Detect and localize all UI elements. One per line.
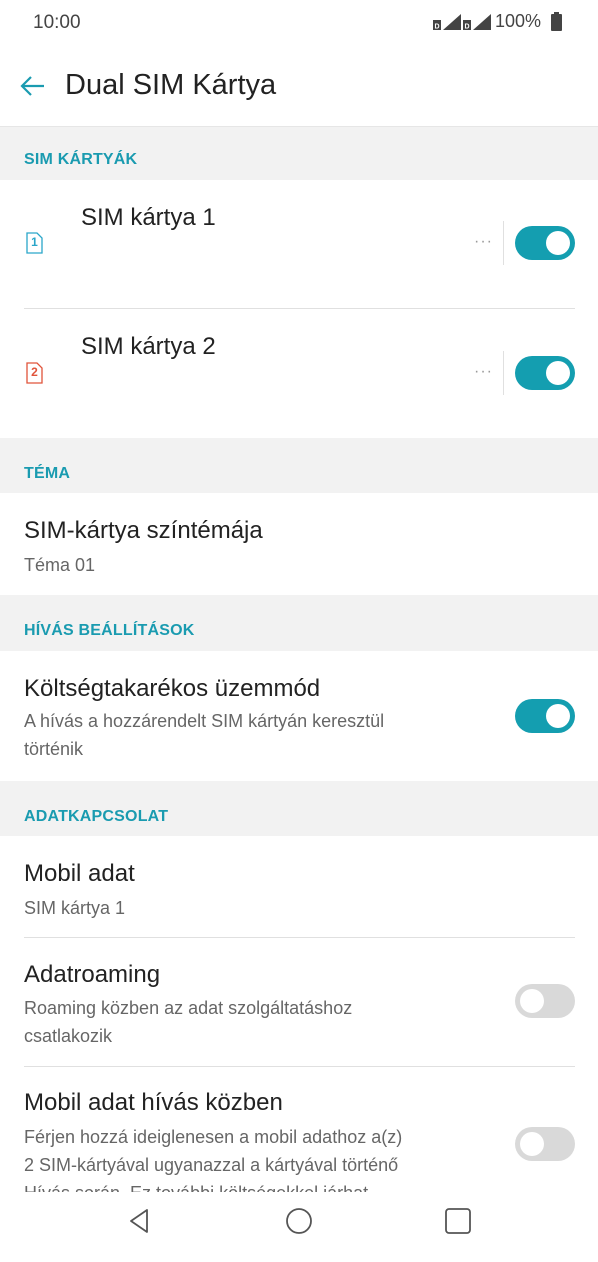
section-data-connection: ADATKAPCSOLAT — [0, 781, 598, 836]
sim2-toggle[interactable] — [515, 356, 575, 390]
sim2-row[interactable]: 2 SIM kártya 2 ··· — [0, 309, 598, 437]
toggle-knob — [546, 231, 570, 255]
data-during-call-row[interactable]: Mobil adat hívás közben Férjen hozzá ide… — [0, 1067, 598, 1192]
svg-text:D: D — [434, 23, 439, 30]
section-label-theme: TÉMA — [24, 465, 71, 482]
sim2-signal-icon: D — [462, 12, 491, 32]
status-icons: D D 100% — [432, 11, 562, 32]
sim1-signal-icon: D — [432, 12, 461, 32]
cost-saving-row[interactable]: Költségtakarékos üzemmód A hívás a hozzá… — [0, 651, 598, 781]
sim2-label: SIM kártya 2 — [81, 333, 216, 360]
section-label-call-settings: HÍVÁS BEÁLLÍTÁSOK — [24, 622, 195, 639]
back-arrow-icon[interactable] — [18, 71, 48, 101]
mobile-data-row[interactable]: Mobil adat SIM kártya 1 — [0, 836, 598, 937]
back-triangle-icon[interactable] — [125, 1206, 155, 1236]
battery-percent: 100% — [494, 11, 541, 31]
data-during-call-subtitle-line2: 2 SIM-kártyával ugyanazzal a kártyával t… — [24, 1155, 399, 1175]
data-during-call-title: Mobil adat hívás közben — [24, 1089, 283, 1116]
data-roaming-subtitle-line2: csatlakozik — [24, 1026, 113, 1046]
data-roaming-title: Adatroaming — [24, 961, 161, 988]
section-theme: TÉMA — [0, 438, 598, 493]
status-bar: 10:00 D D 100% — [0, 0, 598, 44]
sim1-more-button[interactable]: ··· — [474, 233, 493, 251]
sim1-row[interactable]: 1 SIM kártya 1 ··· — [0, 179, 598, 309]
toggle-knob — [520, 1132, 544, 1156]
recents-square-icon[interactable] — [443, 1206, 473, 1236]
sim2-number: 2 — [31, 365, 38, 379]
cost-saving-subtitle-line2: történik — [24, 739, 84, 759]
battery-icon — [551, 12, 562, 31]
toggle-knob — [546, 704, 570, 728]
data-roaming-toggle[interactable] — [515, 984, 575, 1018]
toggle-knob — [520, 989, 544, 1013]
theme-title: SIM-kártya színtémája — [24, 517, 263, 544]
cost-saving-title: Költségtakarékos üzemmód — [24, 675, 321, 702]
sim1-label: SIM kártya 1 — [81, 204, 216, 231]
svg-text:D: D — [464, 23, 469, 30]
sim1-separator — [503, 221, 504, 265]
cost-saving-toggle[interactable] — [515, 699, 575, 733]
data-roaming-subtitle-line1: Roaming közben az adat szolgáltatáshoz — [24, 998, 353, 1018]
theme-row[interactable]: SIM-kártya színtémája Téma 01 — [0, 493, 598, 595]
section-call-settings: HÍVÁS BEÁLLÍTÁSOK — [0, 595, 598, 651]
home-circle-icon[interactable] — [284, 1206, 314, 1236]
sim2-separator — [503, 351, 504, 395]
app-bar: Dual SIM Kártya — [0, 44, 598, 126]
mobile-data-value: SIM kártya 1 — [24, 898, 126, 918]
mobile-data-title: Mobil adat — [24, 860, 135, 887]
sim2-more-button[interactable]: ··· — [474, 363, 493, 381]
section-sim-cards: SIM KÁRTYÁK — [0, 126, 598, 180]
data-roaming-row[interactable]: Adatroaming Roaming közben az adat szolg… — [0, 938, 598, 1066]
page-title: Dual SIM Kártya — [65, 69, 277, 101]
section-label-sim-cards: SIM KÁRTYÁK — [24, 151, 138, 168]
toggle-knob — [546, 361, 570, 385]
sim1-card-icon: 1 — [26, 232, 43, 254]
sim1-toggle[interactable] — [515, 226, 575, 260]
status-time: 10:00 — [33, 12, 81, 33]
sim2-card-icon: 2 — [26, 362, 43, 384]
data-during-call-subtitle-line1: Férjen hozzá ideiglenesen a mobil adatho… — [24, 1127, 403, 1147]
section-label-data-connection: ADATKAPCSOLAT — [24, 808, 169, 825]
theme-value: Téma 01 — [24, 555, 96, 575]
data-during-call-toggle[interactable] — [515, 1127, 575, 1161]
navigation-bar — [0, 1192, 598, 1262]
sim1-number: 1 — [31, 235, 38, 249]
cost-saving-subtitle-line1: A hívás a hozzárendelt SIM kártyán keres… — [24, 711, 385, 731]
data-during-call-subtitle-line3: Hívás során. Ez további költségekkel jár… — [24, 1179, 368, 1192]
